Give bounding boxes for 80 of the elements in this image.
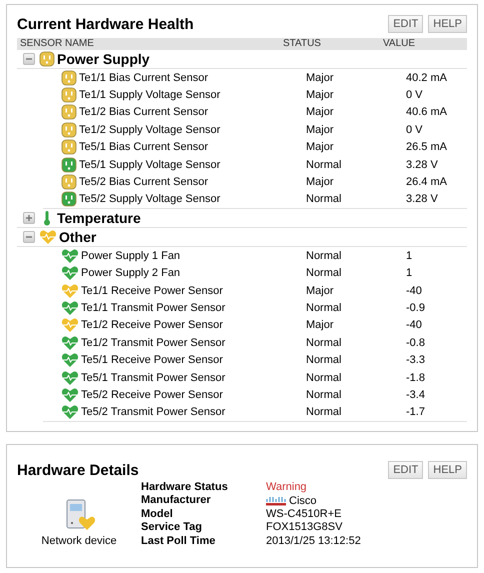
sensor-name: Te5/2 Bias Current Sensor [79, 176, 208, 188]
status-cell-text: Normal [306, 372, 342, 384]
status-cell-text: Major [306, 72, 335, 84]
status-cell-text: Normal [306, 250, 342, 262]
detail-label: Service Tag [141, 521, 203, 534]
group-label: Other [59, 229, 96, 246]
value-cell-text: 26.4 mA [406, 176, 448, 188]
sensor-name: Te1/2 Transmit Power Sensor [81, 336, 226, 349]
group-label: Power Supply [57, 51, 150, 67]
value-cell-text: 3.28 V [406, 158, 439, 171]
status-cell-text: Major [306, 176, 335, 188]
panel-title: Hardware Details [17, 462, 139, 478]
detail-label: Hardware Status [141, 481, 229, 494]
sensor-name: Te5/1 Transmit Power Sensor [81, 372, 226, 384]
value-cell-text: 40.6 mA [406, 106, 448, 118]
value-cell-text: -0.9 [406, 302, 426, 314]
sensor-name: Power Supply 2 Fan [81, 267, 180, 280]
status-cell-text: Normal [306, 302, 342, 314]
status-cell-text: Major [306, 106, 335, 118]
value-cell-text: 40.2 mA [406, 72, 448, 84]
status-cell-text: Major [306, 319, 335, 332]
status-cell-text: Major [306, 284, 335, 297]
detail-label: Last Poll Time [141, 534, 216, 547]
detail-value: WS-C4510R+E [266, 508, 343, 520]
sensor-name: Te5/2 Supply Voltage Sensor [79, 193, 220, 206]
status-cell-text: Major [306, 124, 335, 136]
value-cell-text: 0 V [406, 89, 424, 102]
detail-label: Model [141, 508, 174, 520]
sensor-name: Te1/2 Bias Current Sensor [79, 106, 208, 118]
sensor-name: Te5/2 Transmit Power Sensor [81, 406, 226, 418]
value-cell-text: -3.3 [406, 354, 426, 366]
status-cell-text: Major [306, 89, 335, 102]
sensor-name: Te1/1 Transmit Power Sensor [81, 302, 226, 314]
sensor-name: Te1/1 Supply Voltage Sensor [79, 89, 220, 102]
value-cell-text: 1 [406, 267, 414, 280]
edit-button[interactable]: EDIT [388, 15, 424, 33]
detail-value: FOX1513G8SV [266, 521, 344, 534]
sensor-name: Te5/1 Receive Power Sensor [81, 354, 223, 366]
sensor-name: Te1/1 Bias Current Sensor [79, 72, 208, 84]
status-cell-text: Normal [306, 193, 342, 206]
sensor-name: Te1/2 Supply Voltage Sensor [79, 124, 220, 136]
value-cell-text: -40 [406, 284, 423, 297]
value-cell-text: -0.8 [406, 336, 426, 349]
value-cell-text: -1.8 [406, 372, 426, 384]
collapse-button[interactable] [23, 53, 35, 65]
value-cell-text: -3.4 [406, 388, 426, 401]
value-cell-text: 3.28 V [406, 193, 439, 206]
status-value: Warning [266, 481, 308, 494]
expand-button[interactable] [23, 212, 35, 224]
status-cell-text: Normal [306, 336, 342, 349]
vendor-logo-icon [266, 496, 286, 506]
sensor-name: Te1/2 Receive Power Sensor [81, 319, 223, 332]
group-label: Temperature [57, 210, 141, 226]
value-cell-text: 0 V [406, 124, 424, 136]
sensor-name: Te1/1 Receive Power Sensor [81, 284, 223, 297]
status-cell-text: Normal [306, 158, 342, 171]
status-cell-text: Normal [306, 267, 342, 280]
sensor-name: Te5/1 Bias Current Sensor [79, 141, 208, 154]
detail-value: 2013/1/25 13:12:52 [266, 534, 362, 547]
detail-value: Cisco [289, 494, 317, 507]
collapse-button[interactable] [23, 231, 35, 244]
status-cell-text: Normal [306, 406, 342, 418]
sensor-name: Power Supply 1 Fan [81, 250, 180, 262]
detail-label: Manufacturer [141, 494, 212, 507]
value-cell-text: -1.7 [406, 406, 426, 418]
value-cell-text: 26.5 mA [406, 141, 448, 154]
status-cell-text: Normal [306, 354, 342, 366]
sensor-name: Te5/1 Supply Voltage Sensor [79, 158, 220, 171]
sensor-name: Te5/2 Receive Power Sensor [81, 388, 223, 401]
device-label: Network device [41, 535, 117, 547]
column-header: SENSOR NAME STATUS VALUE [17, 38, 467, 50]
status-cell-text: Normal [306, 388, 342, 401]
status-cell-text: Major [306, 141, 335, 154]
panel-title: Current Hardware Health [17, 16, 194, 32]
help-button[interactable]: HELP [428, 15, 467, 33]
help-button[interactable]: HELP [428, 461, 467, 479]
edit-button[interactable]: EDIT [388, 461, 424, 479]
value-cell-text: -40 [406, 319, 423, 332]
value-cell-text: 1 [406, 250, 414, 262]
plus-icon [25, 214, 33, 222]
